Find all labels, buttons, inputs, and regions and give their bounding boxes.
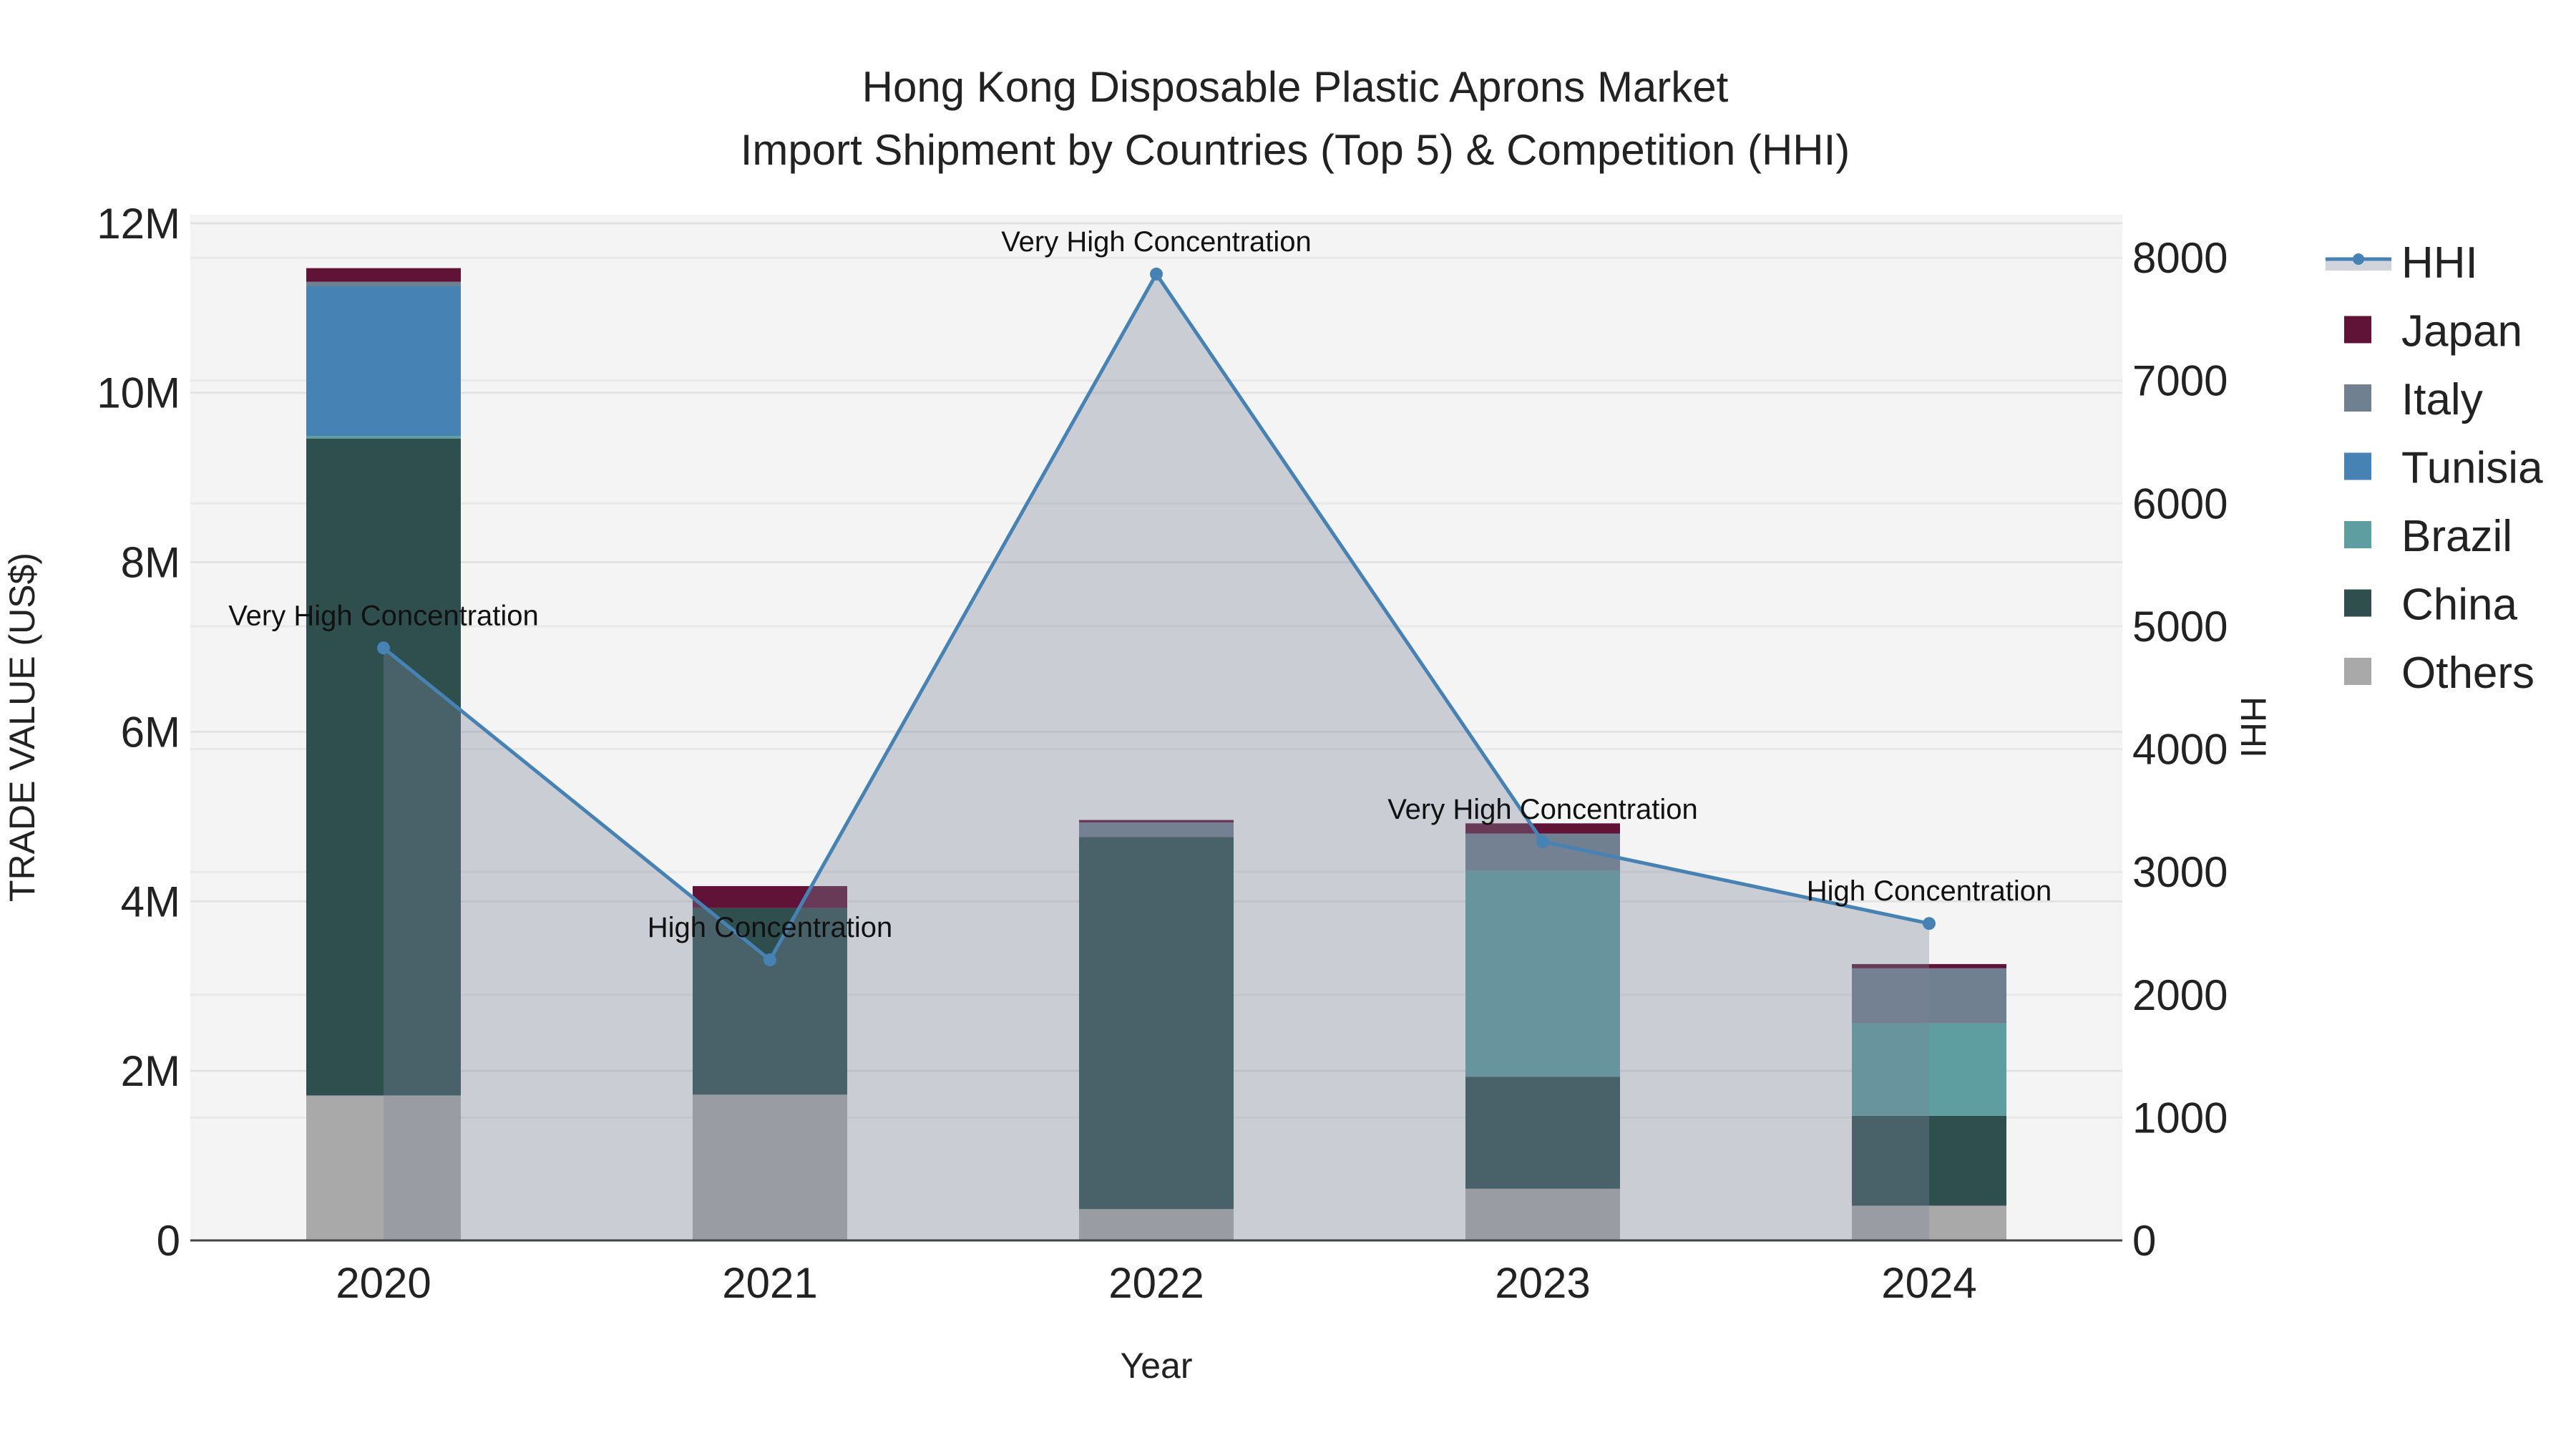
y2-axis-ticks: 0 1000 2000 3000 4000 5000 6000 7000 8000 [2132,234,2228,1265]
legend-swatch [2344,521,2371,548]
legend-label: Tunisia [2401,444,2543,493]
legend-swatch [2344,384,2371,412]
y2-tick-label: 1000 [2132,1094,2228,1142]
bar-italy-2020 [306,281,461,286]
hhi-point-2023 [1536,835,1549,848]
y-tick-label: 12M [97,200,180,248]
y2-axis-title: HHI [2233,696,2273,758]
y-tick-label: 6M [121,708,180,756]
legend-item-italy[interactable]: Italy [2344,375,2483,424]
bar-brazil-2020 [306,436,461,439]
legend-item-japan[interactable]: Japan [2344,307,2522,356]
x-axis-ticks: 2020 2021 2022 2023 2024 [336,1259,1976,1307]
bar-tunisia-2020 [306,286,461,437]
legend-item-china[interactable]: China [2344,580,2518,630]
x-tick-label: 2023 [1495,1259,1590,1307]
y2-tick-label: 6000 [2132,480,2228,528]
hhi-annotation: Very High Concentration [1387,794,1698,825]
y-tick-label: 8M [121,539,180,587]
x-tick-label: 2021 [722,1259,817,1307]
x-axis-title: Year [1120,1346,1192,1386]
legend-label: China [2401,580,2518,630]
bar-japan-2020 [306,268,461,282]
y2-tick-label: 8000 [2132,234,2228,282]
hhi-annotation: High Concentration [1807,875,2051,907]
hhi-point-2021 [763,953,776,967]
legend-label: Others [2401,648,2534,698]
legend-swatch [2344,589,2371,617]
chart-title-line1: Hong Kong Disposable Plastic Aprons Mark… [862,63,1729,111]
y-tick-label: 10M [97,369,180,417]
legend-item-brazil[interactable]: Brazil [2344,512,2512,561]
legend-label: Italy [2401,375,2483,424]
y2-tick-label: 7000 [2132,357,2228,405]
legend-marker [2353,253,2364,265]
y-axis-title: TRADE VALUE (US$) [2,553,42,902]
y2-tick-label: 0 [2132,1217,2156,1265]
x-tick-label: 2020 [336,1259,431,1307]
legend-swatch [2344,452,2371,480]
legend-label: HHI [2401,238,2478,288]
y-tick-label: 0 [157,1217,180,1265]
y2-tick-label: 4000 [2132,726,2228,774]
hhi-annotation: High Concentration [648,912,892,943]
legend-item-hhi[interactable]: HHI [2326,238,2478,288]
chart: 0 2M 4M 6M 8M 10M 12M 0 1000 2000 3000 4000 5000 600… [2,63,2543,1386]
legend-item-tunisia[interactable]: Tunisia [2344,444,2543,493]
x-tick-label: 2024 [1881,1259,1976,1307]
hhi-point-2024 [1923,917,1936,930]
hhi-annotation: Very High Concentration [1001,226,1312,258]
y2-tick-label: 3000 [2132,848,2228,896]
legend-item-others[interactable]: Others [2344,648,2534,698]
legend-swatch [2344,316,2371,344]
y2-tick-label: 5000 [2132,603,2228,651]
y-axis-ticks: 0 2M 4M 6M 8M 10M 12M [97,200,180,1265]
x-tick-label: 2022 [1108,1259,1204,1307]
y-tick-label: 2M [121,1047,180,1095]
y2-tick-label: 2000 [2132,971,2228,1019]
hhi-point-2020 [377,641,390,655]
legend-label: Japan [2401,307,2522,356]
hhi-annotation: Very High Concentration [228,600,539,631]
y-tick-label: 4M [121,878,180,925]
legend-label: Brazil [2401,512,2512,561]
legend: HHI Japan Italy Tunisia Brazil China Others [2326,238,2543,698]
legend-swatch [2344,658,2371,685]
hhi-point-2022 [1150,267,1163,281]
chart-title-line2: Import Shipment by Countries (Top 5) & C… [741,126,1850,174]
